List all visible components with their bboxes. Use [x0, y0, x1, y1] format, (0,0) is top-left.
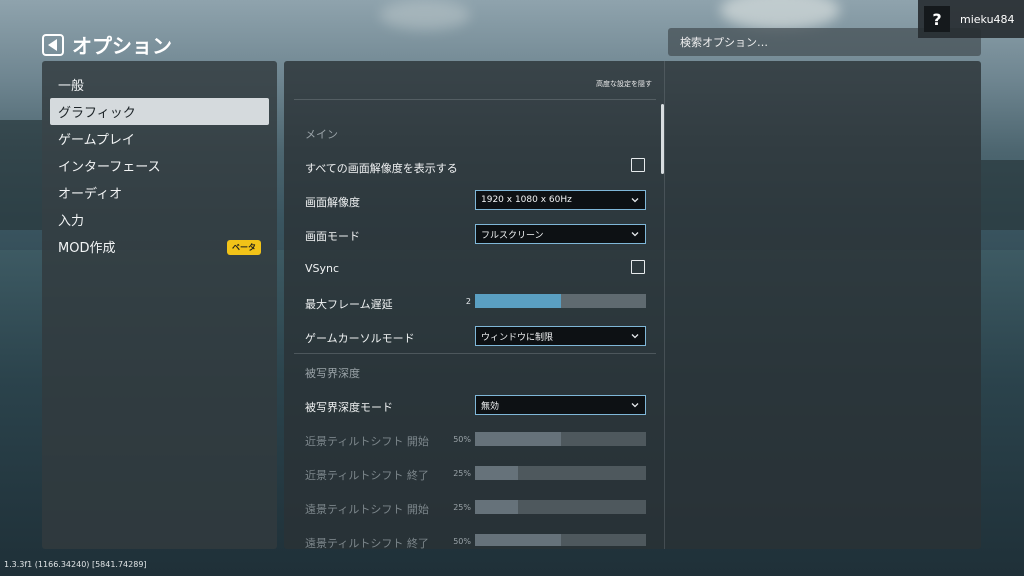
divider: [294, 99, 656, 100]
help-button[interactable]: ?: [924, 6, 950, 32]
cursor-mode-dropdown[interactable]: ウィンドウに制限: [475, 326, 646, 346]
slider-fill: [475, 500, 518, 514]
dof-mode-value: 無効: [481, 401, 500, 412]
panel-divider: [664, 61, 665, 549]
slider-fill: [475, 466, 518, 480]
max-frame-latency-label: 最大フレーム遅延: [305, 298, 393, 311]
sidebar-item-label: 入力: [58, 214, 85, 229]
chevron-down-icon: [631, 334, 639, 339]
version-text: 1.3.3f1 (1166.34240) [5841.74289]: [4, 560, 147, 569]
max-frame-latency-value: 2: [465, 297, 471, 306]
background-city: [0, 120, 42, 230]
max-frame-latency-slider[interactable]: [475, 294, 646, 308]
resolution-dropdown[interactable]: 1920 x 1080 x 60Hz: [475, 190, 646, 210]
background-cloud: [380, 0, 470, 30]
user-box: ? mieku484: [918, 0, 1024, 38]
username[interactable]: mieku484: [960, 13, 1015, 26]
near-tilt-end-value: 25%: [453, 469, 471, 478]
slider-fill: [475, 294, 561, 308]
near-tilt-start-label: 近景ティルトシフト 開始: [305, 435, 429, 448]
near-tilt-start-value: 50%: [453, 435, 471, 444]
options-sidebar: 一般 グラフィック ゲームプレイ インターフェース オーディオ 入力 MOD作成…: [42, 61, 277, 549]
sidebar-item-input[interactable]: 入力: [50, 206, 269, 233]
screen-mode-value: フルスクリーン: [481, 230, 544, 241]
near-tilt-end-slider[interactable]: [475, 466, 646, 480]
sidebar-item-label: インターフェース: [58, 160, 161, 175]
far-tilt-start-value: 25%: [453, 503, 471, 512]
scrollbar[interactable]: [661, 104, 664, 174]
chevron-down-icon: [631, 198, 639, 203]
divider: [294, 353, 656, 354]
far-tilt-end-slider[interactable]: [475, 534, 646, 546]
screen-mode-label: 画面モード: [305, 230, 360, 243]
beta-badge: ベータ: [227, 240, 261, 255]
resolution-value: 1920 x 1080 x 60Hz: [481, 195, 572, 205]
cursor-mode-label: ゲームカーソルモード: [305, 332, 415, 345]
chevron-down-icon: [631, 232, 639, 237]
vsync-checkbox[interactable]: [631, 260, 645, 274]
sidebar-item-graphics[interactable]: グラフィック: [50, 98, 269, 125]
vsync-label: VSync: [305, 262, 340, 275]
dof-mode-label: 被写界深度モード: [305, 401, 393, 414]
sidebar-item-interface[interactable]: インターフェース: [50, 152, 269, 179]
sidebar-item-gameplay[interactable]: ゲームプレイ: [50, 125, 269, 152]
sidebar-item-label: 一般: [58, 79, 85, 94]
far-tilt-end-label: 遠景ティルトシフト 終了: [305, 537, 429, 550]
sidebar-item-audio[interactable]: オーディオ: [50, 179, 269, 206]
show-all-resolutions-label: すべての画面解像度を表示する: [305, 162, 458, 175]
chevron-down-icon: [631, 403, 639, 408]
page-header: オプション: [42, 30, 172, 59]
section-title-main: メイン: [305, 128, 338, 141]
show-all-resolutions-checkbox[interactable]: [631, 158, 645, 172]
sidebar-item-label: オーディオ: [58, 187, 123, 202]
slider-fill: [475, 534, 561, 546]
back-arrow-icon[interactable]: [42, 33, 64, 56]
sidebar-item-label: グラフィック: [58, 106, 136, 121]
slider-fill: [475, 432, 561, 446]
section-title-dof: 被写界深度: [305, 367, 360, 380]
far-tilt-start-slider[interactable]: [475, 500, 646, 514]
background-cloud: [720, 0, 840, 30]
graphics-settings-panel: 高度な設定を隠す メイン すべての画面解像度を表示する 画面解像度 1920 x…: [284, 61, 981, 550]
far-tilt-end-value: 50%: [453, 537, 471, 546]
background-city: [981, 160, 1024, 230]
dof-mode-dropdown[interactable]: 無効: [475, 395, 646, 415]
cursor-mode-value: ウィンドウに制限: [481, 332, 554, 343]
near-tilt-end-label: 近景ティルトシフト 終了: [305, 469, 429, 482]
sidebar-item-label: MOD作成: [58, 241, 116, 256]
sidebar-item-general[interactable]: 一般: [50, 71, 269, 98]
resolution-label: 画面解像度: [305, 196, 360, 209]
screen-mode-dropdown[interactable]: フルスクリーン: [475, 224, 646, 244]
page-title: オプション: [72, 34, 172, 58]
hide-advanced-link[interactable]: 高度な設定を隠す: [596, 79, 652, 89]
sidebar-item-modding[interactable]: MOD作成 ベータ: [50, 233, 269, 260]
sidebar-item-label: ゲームプレイ: [58, 133, 135, 148]
near-tilt-start-slider[interactable]: [475, 432, 646, 446]
far-tilt-start-label: 遠景ティルトシフト 開始: [305, 503, 429, 516]
